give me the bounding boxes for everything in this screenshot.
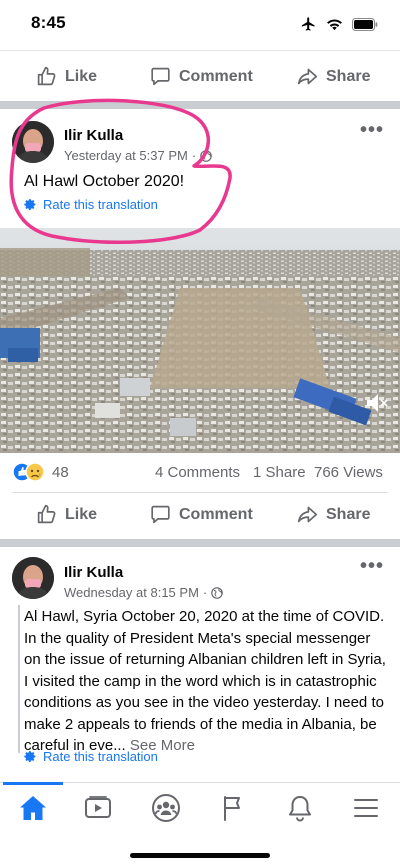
tab-pages[interactable] [214,793,254,823]
reaction-icons[interactable] [12,462,46,482]
avatar[interactable] [12,121,54,163]
share-label: Share [326,505,371,523]
shares-count[interactable]: 1 Share [253,464,306,481]
like-icon [37,504,56,524]
like-label: Like [65,67,98,85]
share-icon [297,68,318,85]
divider [0,50,400,51]
airplane-icon [300,16,317,37]
home-icon [20,796,46,820]
notifications-bell-icon [289,796,311,822]
share-label: Share [326,67,371,85]
share-button[interactable]: Share [297,504,370,525]
post-timestamp[interactable]: Yesterday at 5:37 PM · [64,148,212,163]
views-count: 766 Views [314,464,383,481]
post1-text: Al Hawl October 2020! [24,173,185,190]
rate-translation-label: Rate this translation [43,197,158,212]
like-label: Like [65,505,98,523]
gear-icon [24,751,36,763]
battery-icon [352,17,378,36]
comment-icon [151,505,170,524]
menu-icon [354,799,378,817]
quote-bar [18,605,20,753]
home-indicator [130,853,270,858]
globe-icon [200,149,212,162]
tab-home[interactable] [13,793,53,823]
more-options-icon[interactable]: ••• [360,555,384,578]
author-name[interactable]: Ilir Kulla [64,127,123,144]
comments-count[interactable]: 4 Comments [155,464,240,481]
author-name[interactable]: Ilir Kulla [64,564,123,581]
post2-text: Al Hawl, Syria October 20, 2020 at the t… [24,606,388,757]
comment-button[interactable]: Comment [150,66,253,87]
timestamp-text: Yesterday at 5:37 PM [64,148,188,163]
status-icons [300,16,378,37]
status-time: 8:45 [31,13,66,32]
like-button[interactable]: Like [36,504,97,525]
tab-menu[interactable] [346,793,386,823]
post2-body: Al Hawl, Syria October 20, 2020 at the t… [24,608,386,754]
wifi-icon [326,18,343,36]
avatar[interactable] [12,557,54,599]
action-row-post1: Like Comment Share [0,493,400,539]
like-button[interactable]: Like [36,66,97,87]
globe-icon [211,586,224,599]
tab-watch[interactable] [78,793,118,823]
feed-separator [0,539,400,547]
comment-icon [151,67,170,86]
post1-video[interactable] [0,228,400,453]
rate-translation-link[interactable]: Rate this translation [24,197,158,212]
gear-icon [24,199,36,211]
more-options-icon[interactable]: ••• [360,119,384,142]
rate-translation-label: Rate this translation [43,749,158,764]
timestamp-text: Wednesday at 8:15 PM [64,585,199,600]
post1-stats: 48 4 Comments 1 Share 766 Views [0,460,400,486]
post2-header: Ilir Kulla Wednesday at 8:15 PM · ••• [0,547,400,607]
comment-label: Comment [179,67,253,85]
active-tab-indicator [3,782,63,785]
feed-separator [0,101,400,109]
reactions-count[interactable]: 48 [52,464,69,481]
comment-button[interactable]: Comment [150,504,253,525]
groups-icon [152,794,180,822]
rate-translation-link[interactable]: Rate this translation [24,749,158,764]
action-row-previous: Like Comment Share [0,55,400,101]
post-timestamp[interactable]: Wednesday at 8:15 PM · [64,585,224,600]
bottom-tab-bar [0,782,400,867]
comment-label: Comment [179,505,253,523]
share-icon [297,506,318,523]
post1-header: Ilir Kulla Yesterday at 5:37 PM · ••• [0,109,400,169]
like-icon [37,66,56,86]
share-button[interactable]: Share [297,66,370,87]
watch-icon [85,796,111,818]
pages-flag-icon [224,796,240,821]
tab-groups[interactable] [146,793,186,823]
tab-notifications[interactable] [280,793,320,823]
status-bar: 8:45 [0,0,400,50]
